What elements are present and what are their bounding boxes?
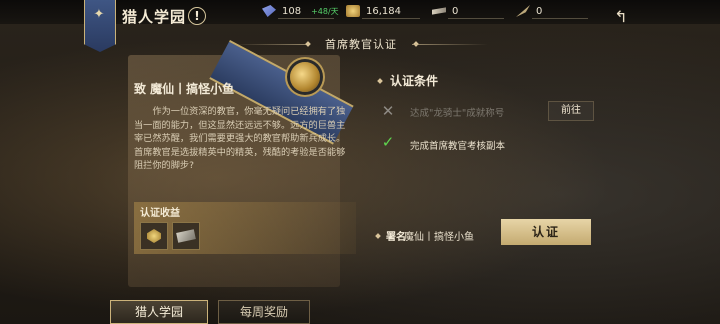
certify-button[interactable]: 认证 <box>501 219 591 245</box>
complete-check-icon: ✓ <box>381 133 395 151</box>
reward-item[interactable] <box>140 222 168 250</box>
conditions-title-text: 认证条件 <box>390 74 439 88</box>
conditions-title: 认证条件 <box>377 72 439 89</box>
resource-key[interactable]: 0 <box>432 3 458 19</box>
signature-label-text: 署名 <box>386 232 406 243</box>
letter-paragraph-1-text: 作为一位资深的教官，你毫无疑问已经拥有了独当一面的能力，但这显然还远远不够。远方… <box>134 106 346 144</box>
rewards-title: 认证收益 <box>140 208 180 219</box>
energy-rate: +48/天 <box>311 6 339 16</box>
signature-name: 魔仙丨搞怪小鱼 <box>404 232 474 243</box>
section-title: 首席教官认证 <box>325 38 397 51</box>
diamond-bullet-icon <box>377 77 383 84</box>
tab-hunter-academy[interactable]: 猎人学园 <box>110 300 208 324</box>
incomplete-x-icon: ✕ <box>381 102 395 120</box>
energy-value: 108 <box>282 5 302 17</box>
header-divider-left <box>234 44 310 45</box>
quill-item-icon <box>516 5 530 17</box>
coin-value: 16,184 <box>366 5 401 17</box>
gold-medal-emblem-icon <box>290 62 320 92</box>
goto-button[interactable]: 前往 <box>548 101 594 121</box>
banner-emblem-icon: ✦ <box>93 7 105 22</box>
resource-quill[interactable]: 0 <box>516 3 542 19</box>
condition-text: 达成"龙骑士"成就称号 <box>410 108 505 119</box>
key-item-icon <box>432 7 446 15</box>
tab-weekly-rewards[interactable]: 每周奖励 <box>218 300 310 324</box>
coin-underline <box>362 18 420 19</box>
signature-label: 署名 <box>375 228 406 243</box>
info-icon[interactable]: ! <box>188 7 206 25</box>
letter-paragraph-1: 作为一位资深的教官，你毫无疑问已经拥有了独当一面的能力，但这显然还远远不够。远方… <box>134 105 346 146</box>
gold-medal-reward-icon <box>147 229 161 243</box>
quill-underline <box>532 18 588 19</box>
letter-paragraph-2: 首席教官是选拔精英中的精英，残酷的考验是否能够阻拦你的脚步? <box>134 146 346 173</box>
letter-body: 作为一位资深的教官，你毫无疑问已经拥有了独当一面的能力，但这显然还远远不够。远方… <box>134 105 346 173</box>
energy-crystal-icon <box>262 5 276 17</box>
resource-energy[interactable]: 108 +48/天 <box>262 3 339 19</box>
silver-ticket-reward-icon <box>176 229 196 243</box>
page-title: 猎人学园 <box>122 8 187 26</box>
energy-underline <box>278 18 334 19</box>
back-arrow-icon[interactable]: ↰ <box>612 9 630 25</box>
diamond-bullet-icon <box>375 232 381 239</box>
resource-coin[interactable]: 16,184 <box>346 3 401 19</box>
letter-paragraph-2-text: 首席教官是选拔精英中的精英，残酷的考验是否能够阻拦你的脚步? <box>134 146 346 172</box>
quill-value: 0 <box>536 5 543 17</box>
key-value: 0 <box>452 5 459 17</box>
key-underline <box>448 18 504 19</box>
condition-text: 完成首席教官考核副本 <box>410 141 506 152</box>
letter-recipient: 致 魔仙丨搞怪小鱼 <box>134 82 235 96</box>
header-divider-right <box>412 44 488 45</box>
coin-icon <box>346 5 360 17</box>
reward-item[interactable] <box>172 222 200 250</box>
